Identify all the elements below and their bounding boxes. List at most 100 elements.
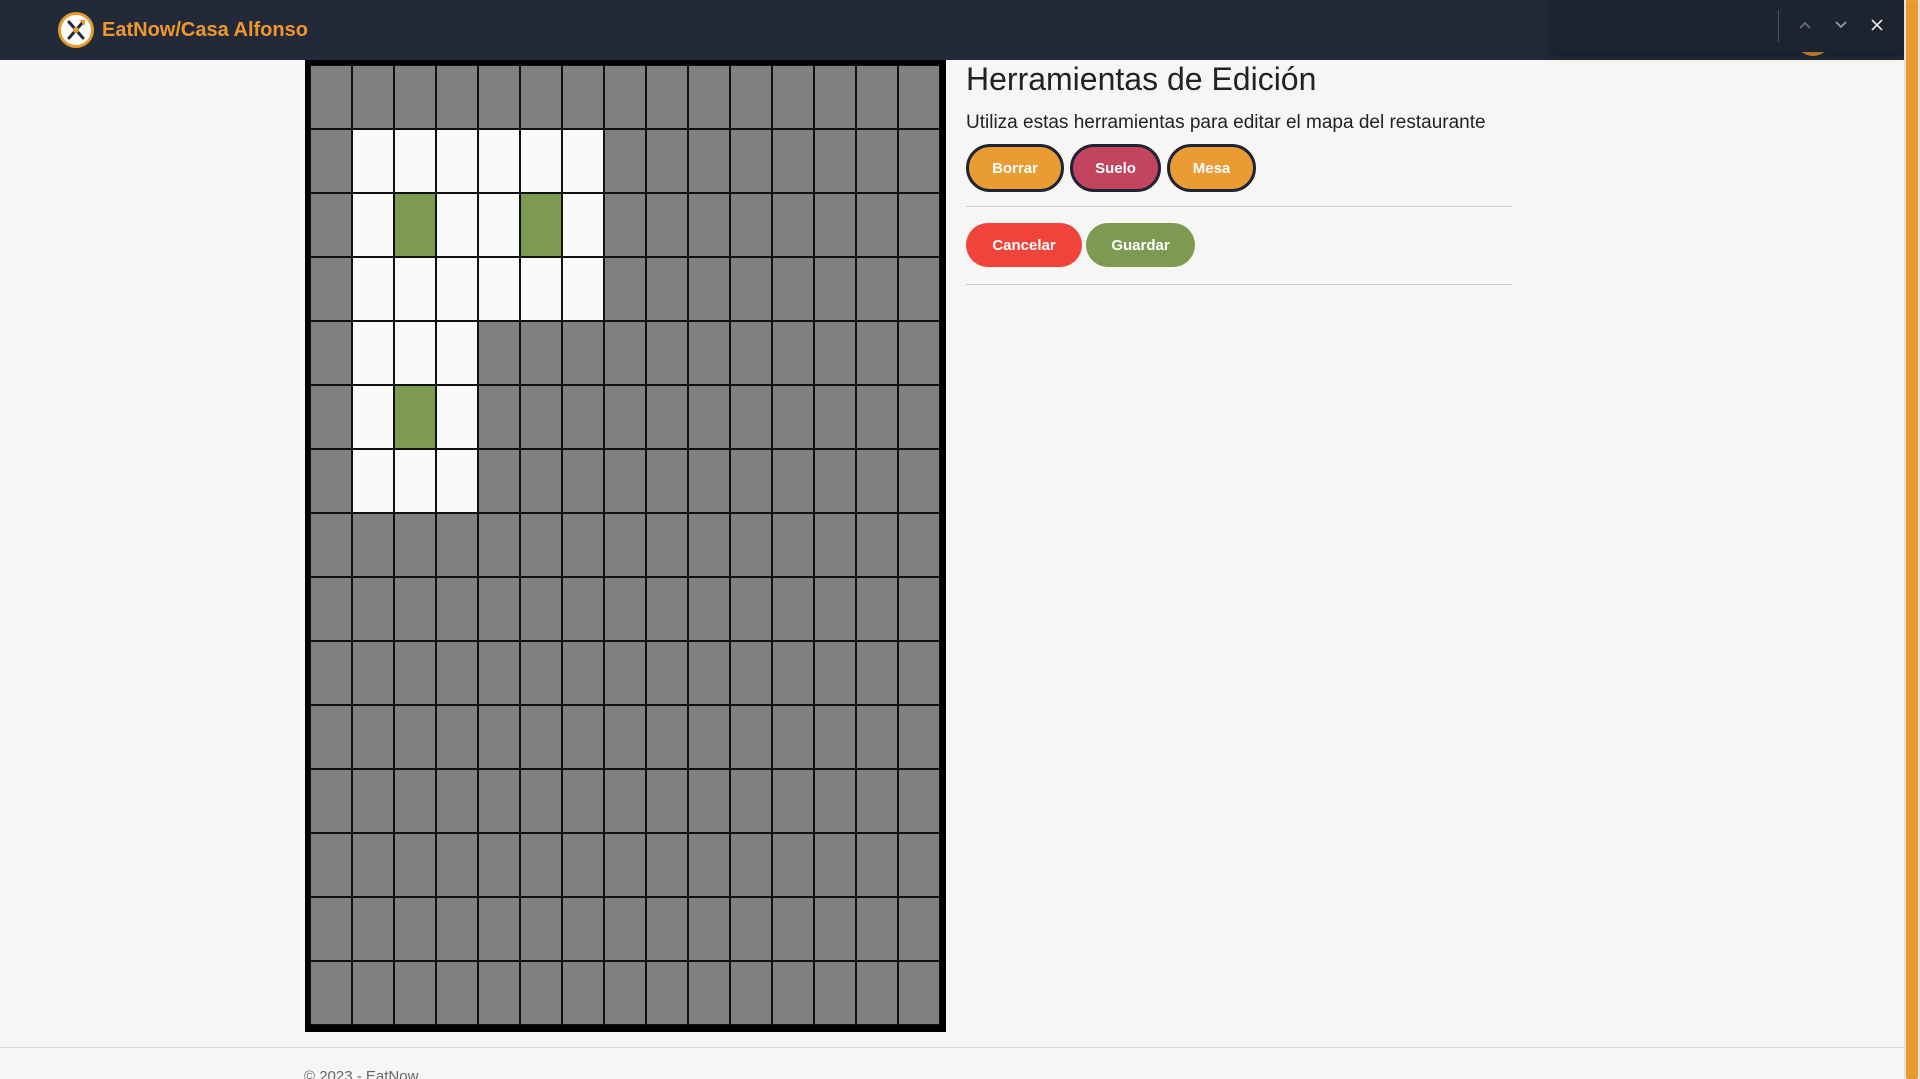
map-cell-empty[interactable] [310,385,352,449]
map-cell-empty[interactable] [352,513,394,577]
map-cell-empty[interactable] [394,641,436,705]
map-cell-empty[interactable] [772,705,814,769]
map-cell-empty[interactable] [562,65,604,129]
map-cell-empty[interactable] [688,961,730,1025]
map-cell-empty[interactable] [646,705,688,769]
map-cell-empty[interactable] [478,833,520,897]
map-cell-empty[interactable] [352,897,394,961]
map-cell-empty[interactable] [814,385,856,449]
map-cell-empty[interactable] [898,321,940,385]
map-cell-empty[interactable] [730,257,772,321]
map-cell-empty[interactable] [310,129,352,193]
map-cell-empty[interactable] [856,257,898,321]
map-cell-empty[interactable] [772,513,814,577]
map-cell-empty[interactable] [604,705,646,769]
map-cell-empty[interactable] [436,833,478,897]
map-cell-floor[interactable] [394,257,436,321]
map-cell-empty[interactable] [730,897,772,961]
map-cell-empty[interactable] [520,705,562,769]
map-cell-empty[interactable] [436,961,478,1025]
map-cell-empty[interactable] [520,961,562,1025]
map-cell-empty[interactable] [688,833,730,897]
map-cell-empty[interactable] [730,641,772,705]
map-cell-empty[interactable] [898,961,940,1025]
map-cell-empty[interactable] [310,705,352,769]
map-cell-empty[interactable] [856,897,898,961]
map-cell-empty[interactable] [730,833,772,897]
map-cell-empty[interactable] [772,961,814,1025]
map-cell-empty[interactable] [772,385,814,449]
map-cell-empty[interactable] [898,705,940,769]
map-cell-empty[interactable] [772,641,814,705]
map-cell-empty[interactable] [856,513,898,577]
map-cell-empty[interactable] [772,577,814,641]
map-cell-empty[interactable] [646,961,688,1025]
map-cell-empty[interactable] [310,513,352,577]
map-cell-floor[interactable] [436,193,478,257]
map-cell-empty[interactable] [604,449,646,513]
map-cell-empty[interactable] [646,769,688,833]
map-cell-empty[interactable] [604,193,646,257]
map-cell-empty[interactable] [856,577,898,641]
map-cell-empty[interactable] [688,769,730,833]
map-cell-empty[interactable] [646,897,688,961]
map-cell-floor[interactable] [478,257,520,321]
map-cell-floor[interactable] [562,257,604,321]
map-cell-floor[interactable] [352,129,394,193]
map-cell-empty[interactable] [310,193,352,257]
map-cell-empty[interactable] [730,129,772,193]
map-cell-floor[interactable] [352,449,394,513]
map-cell-empty[interactable] [352,705,394,769]
map-cell-empty[interactable] [688,257,730,321]
map-cell-empty[interactable] [730,961,772,1025]
map-cell-floor[interactable] [436,449,478,513]
map-cell-empty[interactable] [646,449,688,513]
map-cell-empty[interactable] [898,129,940,193]
map-cell-empty[interactable] [688,385,730,449]
map-cell-empty[interactable] [310,641,352,705]
map-cell-empty[interactable] [478,449,520,513]
map-cell-empty[interactable] [436,897,478,961]
map-cell-empty[interactable] [520,513,562,577]
find-input[interactable] [1562,8,1774,42]
map-cell-floor[interactable] [394,129,436,193]
chevron-down-icon[interactable] [1828,12,1854,38]
map-cell-empty[interactable] [478,577,520,641]
map-cell-empty[interactable] [688,65,730,129]
erase-tool-button[interactable]: Borrar [966,144,1064,192]
map-cell-empty[interactable] [772,129,814,193]
map-cell-empty[interactable] [814,705,856,769]
map-cell-empty[interactable] [856,769,898,833]
map-cell-empty[interactable] [856,385,898,449]
map-cell-empty[interactable] [814,65,856,129]
map-cell-empty[interactable] [352,65,394,129]
map-cell-empty[interactable] [562,961,604,1025]
map-cell-empty[interactable] [898,897,940,961]
map-cell-floor[interactable] [520,129,562,193]
map-cell-empty[interactable] [898,577,940,641]
chevron-up-icon[interactable] [1792,12,1818,38]
map-cell-empty[interactable] [604,129,646,193]
cancel-button[interactable]: Cancelar [966,223,1082,267]
map-cell-empty[interactable] [352,641,394,705]
map-cell-empty[interactable] [898,449,940,513]
map-cell-empty[interactable] [814,641,856,705]
map-cell-empty[interactable] [604,769,646,833]
map-cell-empty[interactable] [562,449,604,513]
map-cell-empty[interactable] [898,65,940,129]
floor-tool-button[interactable]: Suelo [1070,144,1161,192]
map-cell-empty[interactable] [814,321,856,385]
map-cell-empty[interactable] [604,513,646,577]
map-cell-floor[interactable] [394,321,436,385]
map-cell-floor[interactable] [436,321,478,385]
map-cell-empty[interactable] [730,193,772,257]
map-cell-empty[interactable] [814,769,856,833]
map-cell-empty[interactable] [394,897,436,961]
map-cell-empty[interactable] [814,129,856,193]
map-cell-floor[interactable] [436,385,478,449]
map-cell-empty[interactable] [436,65,478,129]
map-cell-empty[interactable] [814,193,856,257]
map-cell-empty[interactable] [310,833,352,897]
map-cell-empty[interactable] [898,385,940,449]
map-cell-empty[interactable] [520,385,562,449]
